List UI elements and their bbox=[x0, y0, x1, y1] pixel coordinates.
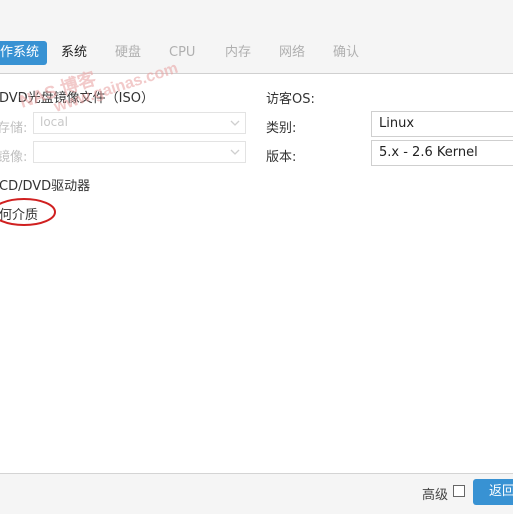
os-version-value: 5.x - 2.6 Kernel bbox=[379, 145, 478, 160]
advanced-label: 高级 bbox=[422, 488, 449, 503]
annotation-circle bbox=[0, 198, 56, 226]
back-button[interactable]: 返回 bbox=[473, 479, 513, 505]
os-version-select[interactable]: 5.x - 2.6 Kernel bbox=[371, 140, 513, 166]
physical-drive-option[interactable]: CD/DVD驱动器 bbox=[0, 175, 90, 194]
image-label: 镜像: bbox=[0, 150, 28, 165]
chevron-down-icon bbox=[230, 149, 240, 155]
watermark: NAS 博客 www.gainas.com bbox=[17, 60, 180, 116]
version-label: 版本: bbox=[266, 150, 297, 165]
image-select[interactable] bbox=[33, 141, 246, 163]
advanced-checkbox[interactable] bbox=[453, 485, 465, 497]
